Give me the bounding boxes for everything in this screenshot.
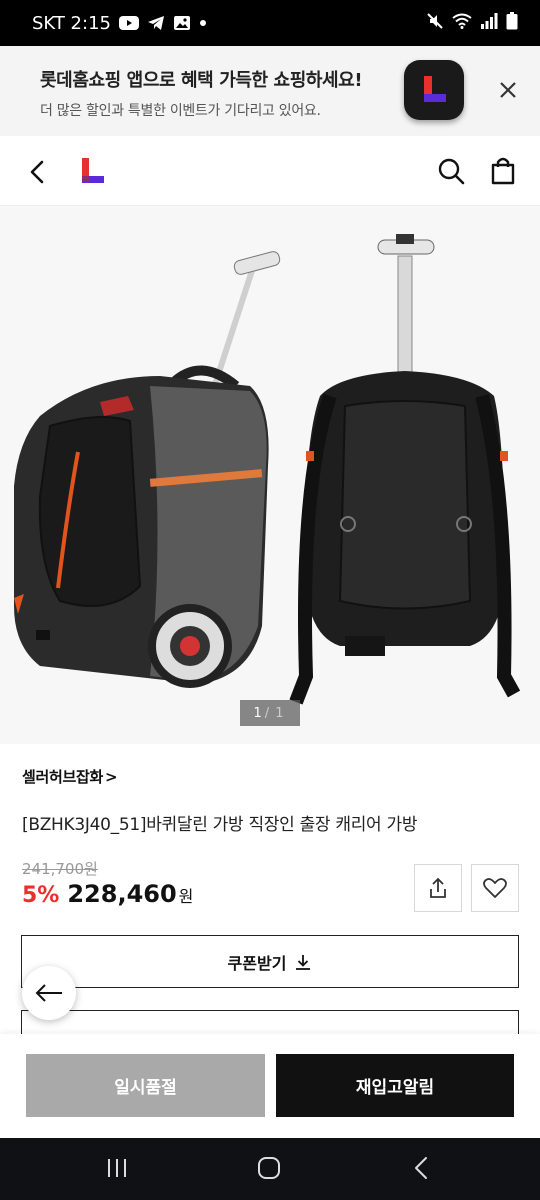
banner-subtitle: 더 많은 할인과 특별한 이벤트가 기다리고 있어요.	[40, 103, 321, 119]
top-header	[0, 136, 540, 206]
recent-apps-icon[interactable]	[104, 1156, 130, 1184]
bottom-action-bar: 일시품절 재입고알림	[0, 1034, 540, 1138]
battery-icon	[506, 11, 518, 35]
banner-close-icon[interactable]	[494, 76, 522, 104]
price-row: 5% 228,460 원	[22, 880, 193, 908]
telegram-icon	[147, 15, 165, 31]
coupon-label: 쿠폰받기	[227, 953, 287, 973]
app-install-banner[interactable]: 롯데홈쇼핑 앱으로 혜택 가득한 쇼핑하세요! 더 많은 할인과 특별한 이벤트…	[0, 46, 540, 136]
image-total-count: 1	[275, 705, 284, 721]
youtube-icon	[118, 16, 139, 30]
android-nav-bar	[0, 1138, 540, 1200]
status-right	[426, 11, 518, 35]
banner-title: 롯데홈쇼핑 앱으로 혜택 가득한 쇼핑하세요!	[40, 70, 363, 91]
seller-link[interactable]: 셀러허브잡화 >	[22, 766, 118, 787]
dot-icon	[199, 19, 207, 27]
share-button[interactable]	[414, 864, 462, 912]
seller-name: 셀러허브잡화	[22, 768, 104, 786]
currency-unit: 원	[178, 887, 194, 906]
left-arrow-icon	[35, 984, 62, 1002]
signal-icon	[480, 12, 498, 34]
lotte-logo-icon[interactable]	[80, 158, 106, 184]
image-current-index: 1	[253, 705, 262, 721]
mute-icon	[426, 12, 444, 35]
status-left: SKT 2:15	[32, 13, 207, 34]
gallery-icon	[173, 15, 191, 31]
image-page-counter: 1 / 1	[240, 700, 300, 726]
sale-price: 228,460	[67, 880, 177, 908]
share-icon	[430, 877, 446, 898]
seller-chevron-icon: >	[105, 767, 118, 786]
status-bar: SKT 2:15	[0, 0, 540, 46]
coupon-download-button[interactable]: 쿠폰받기	[21, 935, 519, 988]
rolling-backpack-illustration	[14, 234, 521, 705]
product-image[interactable]: 1 / 1	[0, 206, 540, 744]
sold-out-button[interactable]: 일시품절	[26, 1054, 265, 1117]
carrier-time: SKT 2:15	[32, 12, 111, 34]
discount-rate: 5%	[22, 883, 60, 908]
restock-alert-button[interactable]: 재입고알림	[276, 1054, 514, 1117]
product-title: [BZHK3J40_51]바퀴달린 가방 직장인 출장 캐리어 가방	[22, 815, 418, 835]
back-arrow-icon[interactable]	[24, 158, 52, 186]
search-icon[interactable]	[436, 156, 466, 186]
original-price: 241,700원	[22, 860, 98, 878]
download-icon	[296, 954, 311, 970]
app-logo-icon[interactable]	[404, 60, 464, 120]
system-back-icon[interactable]	[410, 1156, 434, 1184]
heart-icon	[483, 878, 507, 898]
wishlist-button[interactable]	[471, 864, 519, 912]
shopping-bag-icon[interactable]	[488, 156, 518, 186]
home-icon[interactable]	[256, 1156, 282, 1184]
image-counter-separator: /	[264, 705, 270, 721]
floating-back-button[interactable]	[22, 966, 76, 1020]
wifi-icon	[452, 13, 472, 34]
